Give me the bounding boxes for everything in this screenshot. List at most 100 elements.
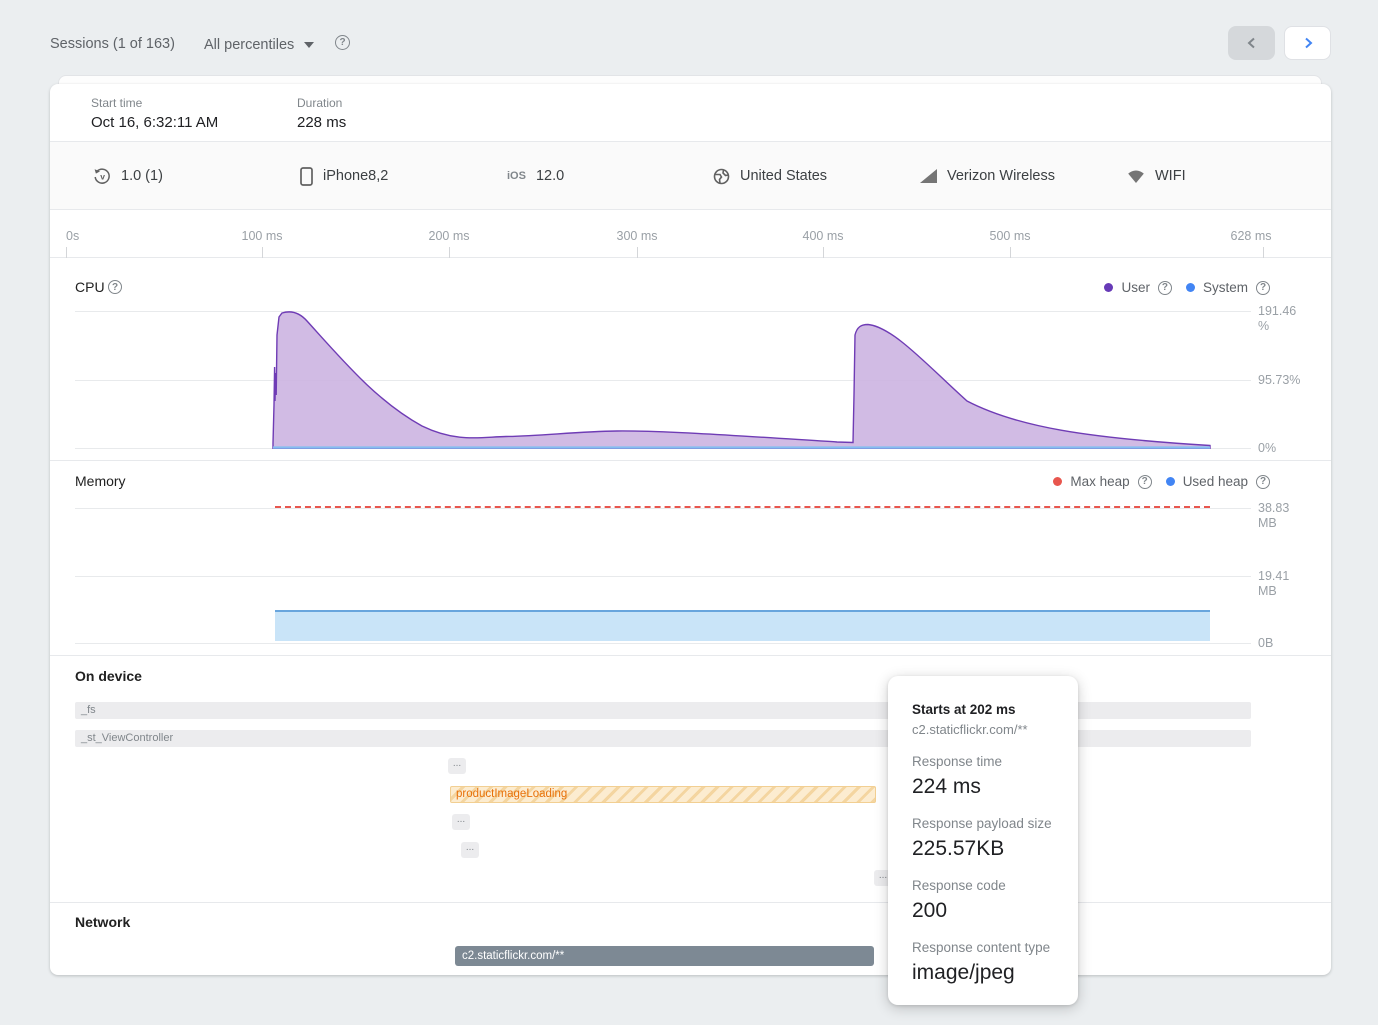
sessions-help-icon[interactable]: ? (335, 35, 350, 50)
top-bar: Sessions (1 of 163) All percentiles ? (0, 0, 1378, 70)
axis-tick-mark (1263, 247, 1264, 258)
system-help-icon[interactable]: ? (1256, 281, 1270, 295)
trace-label: productImageLoading (456, 788, 567, 800)
device-attributes-row: v 1.0 (1) iPhone8,2 iOS 12.0 United Stat… (50, 142, 1331, 210)
max-heap-help-icon[interactable]: ? (1138, 475, 1152, 489)
cpu-axis-top: 191.46% (1258, 304, 1296, 334)
cpu-user-area (273, 312, 1210, 449)
collapsed-trace-chip[interactable]: ... (448, 758, 466, 774)
cpu-section-divider (50, 460, 1331, 461)
memory-legend-used-heap: Used heap ? (1166, 474, 1270, 489)
response-code-value: 200 (912, 899, 1060, 923)
carrier-item: Verizon Wireless (920, 142, 1055, 210)
max-heap-legend-label: Max heap (1070, 474, 1129, 489)
response-code-label: Response code (912, 878, 1060, 893)
app-version-item: v 1.0 (1) (93, 142, 163, 210)
response-payload-value: 225.57KB (912, 837, 1060, 861)
network-request-tooltip: Starts at 202 ms c2.staticflickr.com/** … (888, 676, 1078, 1005)
wifi-icon (1127, 169, 1145, 184)
network-section-title: Network (75, 914, 130, 930)
radio-label: WIFI (1155, 168, 1186, 184)
axis-tick-mark (1010, 247, 1011, 258)
cpu-legend-system: System ? (1186, 280, 1270, 295)
cpu-usage-chart[interactable] (75, 305, 1251, 449)
user-legend-dot (1104, 283, 1113, 292)
tooltip-start-time: Starts at 202 ms (912, 702, 1060, 717)
session-detail-card: Start time Oct 16, 6:32:11 AM Duration 2… (50, 84, 1331, 975)
device-model-label: iPhone8,2 (323, 168, 388, 184)
memory-axis-zero: 0B (1258, 636, 1273, 651)
cpu-help-icon[interactable]: ? (108, 280, 122, 294)
duration-block: Duration 228 ms (297, 96, 346, 131)
on-device-section-divider (50, 902, 1331, 903)
percentiles-dropdown[interactable]: All percentiles (204, 33, 314, 57)
system-legend-dot (1186, 283, 1195, 292)
globe-icon (713, 168, 730, 185)
memory-section-title: Memory (75, 473, 126, 489)
used-heap-legend-label: Used heap (1183, 474, 1248, 489)
axis-tick-mark (66, 247, 67, 258)
memory-axis-top: 38.83MB (1258, 501, 1289, 531)
radio-item: WIFI (1127, 142, 1186, 210)
used-heap-help-icon[interactable]: ? (1256, 475, 1270, 489)
cpu-axis-mid: 95.73% (1258, 373, 1300, 388)
axis-tick-label: 0s (66, 229, 79, 243)
memory-axis-mid: 19.41MB (1258, 569, 1289, 599)
os-version-item: iOS 12.0 (507, 142, 564, 210)
previous-session-button[interactable] (1228, 26, 1275, 60)
collapsed-trace-chip[interactable]: ... (452, 814, 470, 830)
country-label: United States (740, 168, 827, 184)
response-content-type-value: image/jpeg (912, 961, 1060, 985)
on-device-section-title: On device (75, 668, 142, 684)
response-payload-label: Response payload size (912, 816, 1060, 831)
country-item: United States (713, 142, 827, 210)
next-session-button[interactable] (1284, 26, 1331, 60)
os-version-label: 12.0 (536, 168, 564, 184)
axis-tick-mark (823, 247, 824, 258)
response-content-type-label: Response content type (912, 940, 1060, 955)
axis-tick-mark (449, 247, 450, 258)
max-heap-legend-dot (1053, 477, 1062, 486)
axis-tick-label: 100 ms (242, 229, 283, 243)
phone-icon (300, 167, 313, 186)
trace-bar-product-image-loading[interactable]: productImageLoading (450, 786, 876, 803)
session-info-header: Start time Oct 16, 6:32:11 AM Duration 2… (50, 84, 1331, 142)
carrier-signal-icon (920, 169, 937, 183)
carrier-label: Verizon Wireless (947, 168, 1055, 184)
axis-tick-mark (262, 247, 263, 258)
axis-tick-mark (637, 247, 638, 258)
memory-gridline-zero (75, 643, 1251, 644)
timeline-axis: 0s 100 ms 200 ms 300 ms 400 ms 500 ms 62… (50, 210, 1331, 258)
cpu-section-title: CPU (75, 279, 105, 295)
memory-gridline-top (75, 508, 1251, 509)
app-version-icon: v (93, 167, 111, 185)
memory-legend: Max heap ? Used heap ? (1053, 474, 1270, 489)
used-heap-legend-dot (1166, 477, 1175, 486)
memory-section-divider (50, 655, 1331, 656)
network-request-bar[interactable]: c2.staticflickr.com/** (455, 946, 874, 966)
user-help-icon[interactable]: ? (1158, 281, 1172, 295)
svg-text:v: v (100, 171, 105, 181)
chevron-right-icon (1302, 37, 1314, 49)
tooltip-url: c2.staticflickr.com/** (912, 722, 1060, 737)
app-version-label: 1.0 (1) (121, 168, 163, 184)
chevron-left-icon (1246, 37, 1258, 49)
axis-tick-label: 200 ms (429, 229, 470, 243)
start-time-block: Start time Oct 16, 6:32:11 AM (91, 96, 218, 131)
duration-label: Duration (297, 96, 346, 110)
used-heap-area[interactable] (275, 610, 1210, 641)
collapsed-trace-chip[interactable]: ... (461, 842, 479, 858)
axis-tick-label: 628 ms (1231, 229, 1272, 243)
axis-tick-label: 400 ms (803, 229, 844, 243)
os-icon: iOS (507, 170, 526, 182)
cpu-legend: User ? System ? (1104, 280, 1270, 295)
duration-value: 228 ms (297, 114, 346, 131)
start-time-label: Start time (91, 96, 218, 110)
max-heap-line[interactable] (275, 506, 1210, 508)
memory-legend-max-heap: Max heap ? (1053, 474, 1151, 489)
response-time-label: Response time (912, 754, 1060, 769)
cpu-axis-zero: 0% (1258, 441, 1276, 456)
device-model-item: iPhone8,2 (300, 142, 388, 210)
axis-tick-label: 300 ms (617, 229, 658, 243)
response-time-value: 224 ms (912, 775, 1060, 799)
